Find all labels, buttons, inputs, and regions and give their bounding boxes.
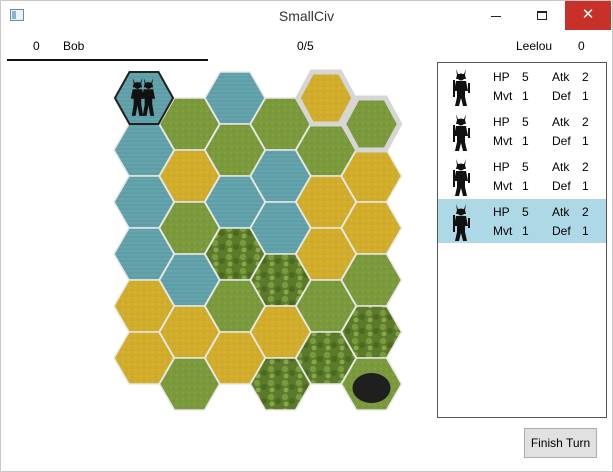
defense-value: 1 <box>582 89 589 103</box>
attack-label: Atk <box>552 160 570 174</box>
warrior-icon <box>450 67 472 107</box>
movement-value: 1 <box>522 89 529 103</box>
attack-label: Atk <box>552 115 570 129</box>
hp-label: HP <box>493 205 510 219</box>
warrior-icon <box>450 112 472 152</box>
warrior-icon <box>450 157 472 197</box>
unit-list[interactable]: HP 5 Atk 2 Mvt 1 Def 1 HP 5 Atk 2 Mvt 1 … <box>437 62 607 418</box>
attack-value: 2 <box>582 70 589 84</box>
attack-value: 2 <box>582 115 589 129</box>
hp-value: 5 <box>522 160 529 174</box>
movement-label: Mvt <box>493 224 513 238</box>
unit-row[interactable]: HP 5 Atk 2 Mvt 1 Def 1 <box>438 199 606 243</box>
hp-label: HP <box>493 115 510 129</box>
unit-row[interactable]: HP 5 Atk 2 Mvt 1 Def 1 <box>438 109 606 153</box>
mountain-icon <box>352 373 391 403</box>
hp-value: 5 <box>522 115 529 129</box>
movement-label: Mvt <box>493 134 513 148</box>
finish-turn-button[interactable]: Finish Turn <box>524 428 597 458</box>
defense-value: 1 <box>582 179 589 193</box>
attack-label: Atk <box>552 205 570 219</box>
hp-value: 5 <box>522 205 529 219</box>
movement-value: 1 <box>522 224 529 238</box>
app-window: SmallCiv ✕ 0 Bob 0/5 Leelou 0 HP 5 Atk 2… <box>0 0 613 472</box>
hp-label: HP <box>493 70 510 84</box>
movement-value: 1 <box>522 179 529 193</box>
defense-label: Def <box>552 134 571 148</box>
movement-label: Mvt <box>493 89 513 103</box>
hp-label: HP <box>493 160 510 174</box>
unit-row[interactable]: HP 5 Atk 2 Mvt 1 Def 1 <box>438 64 606 108</box>
attack-value: 2 <box>582 205 589 219</box>
movement-label: Mvt <box>493 179 513 193</box>
unit-row[interactable]: HP 5 Atk 2 Mvt 1 Def 1 <box>438 154 606 198</box>
attack-value: 2 <box>582 160 589 174</box>
defense-value: 1 <box>582 224 589 238</box>
movement-value: 1 <box>522 134 529 148</box>
defense-label: Def <box>552 224 571 238</box>
attack-label: Atk <box>552 70 570 84</box>
defense-label: Def <box>552 89 571 103</box>
hp-value: 5 <box>522 70 529 84</box>
warrior-icon <box>450 202 472 242</box>
defense-label: Def <box>552 179 571 193</box>
defense-value: 1 <box>582 134 589 148</box>
